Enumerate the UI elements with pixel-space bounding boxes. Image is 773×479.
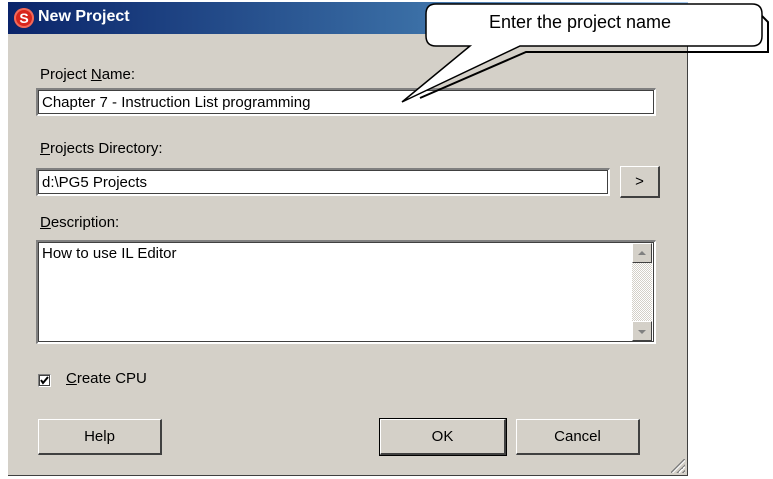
help-button[interactable]: Help [38, 419, 162, 455]
description-label: Description: [40, 214, 120, 231]
window-title: New Project [38, 8, 130, 25]
browse-directory-button[interactable]: > [620, 166, 660, 198]
create-cpu-checkbox[interactable] [38, 374, 51, 387]
scroll-up-button[interactable] [632, 243, 652, 263]
projects-directory-input[interactable] [36, 168, 610, 196]
description-scrollbar[interactable] [632, 243, 652, 341]
scroll-down-button[interactable] [632, 321, 652, 341]
callout-text: Enter the project name [488, 12, 672, 32]
resize-grip-icon[interactable] [671, 459, 685, 473]
ok-button[interactable]: OK [379, 418, 507, 456]
checkmark-icon [40, 376, 49, 385]
create-cpu-label[interactable]: Create CPU [66, 370, 147, 387]
description-textarea[interactable]: How to use IL Editor [36, 240, 656, 344]
cancel-button[interactable]: Cancel [516, 419, 640, 455]
project-name-label: Project Name: [40, 66, 136, 83]
arrow-up-icon [638, 251, 646, 255]
arrow-down-icon [638, 330, 646, 334]
saia-pg5-logo-icon: S [14, 8, 34, 28]
projects-directory-label: Projects Directory: [40, 140, 163, 157]
